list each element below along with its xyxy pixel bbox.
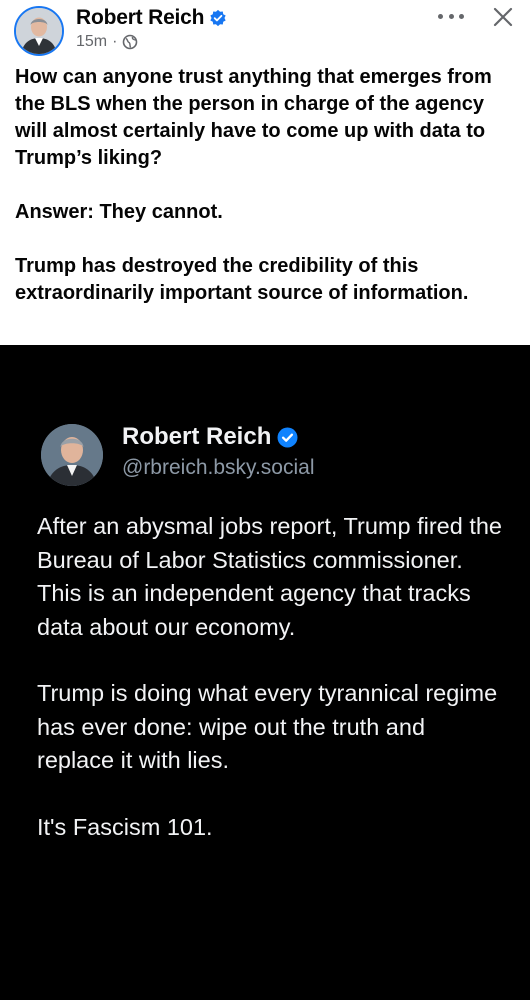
embedded-paragraph: After an abysmal jobs report, Trump fire… (37, 513, 502, 640)
post-meta: 15m · (76, 33, 138, 51)
meta-separator: · (112, 33, 118, 50)
embedded-post-image[interactable]: Robert Reich @rbreich.bsky.social After … (0, 345, 530, 1000)
embedded-post-body: After an abysmal jobs report, Trump fire… (37, 510, 507, 844)
embedded-avatar (41, 424, 103, 486)
author-name[interactable]: Robert Reich (76, 6, 204, 30)
verified-badge-icon (210, 9, 226, 27)
avatar[interactable] (14, 6, 64, 56)
timestamp[interactable]: 15m (76, 33, 107, 51)
post-paragraph: How can anyone trust anything that emerg… (15, 66, 492, 169)
post-paragraph: Trump has destroyed the credibility of t… (15, 255, 469, 304)
close-icon[interactable] (491, 5, 515, 29)
more-options-icon[interactable] (438, 6, 464, 26)
verified-badge-icon (277, 427, 298, 447)
globe-icon[interactable] (122, 34, 138, 50)
embedded-author-name: Robert Reich (122, 423, 272, 450)
embedded-handle: @rbreich.bsky.social (122, 456, 315, 479)
embedded-paragraph: It's Fascism 101. (37, 813, 213, 840)
post-paragraph: Answer: They cannot. (15, 201, 223, 223)
embedded-paragraph: Trump is doing what every tyrannical reg… (37, 680, 498, 773)
post-header: Robert Reich 15m · (0, 0, 530, 60)
post-body: How can anyone trust anything that emerg… (15, 64, 520, 307)
